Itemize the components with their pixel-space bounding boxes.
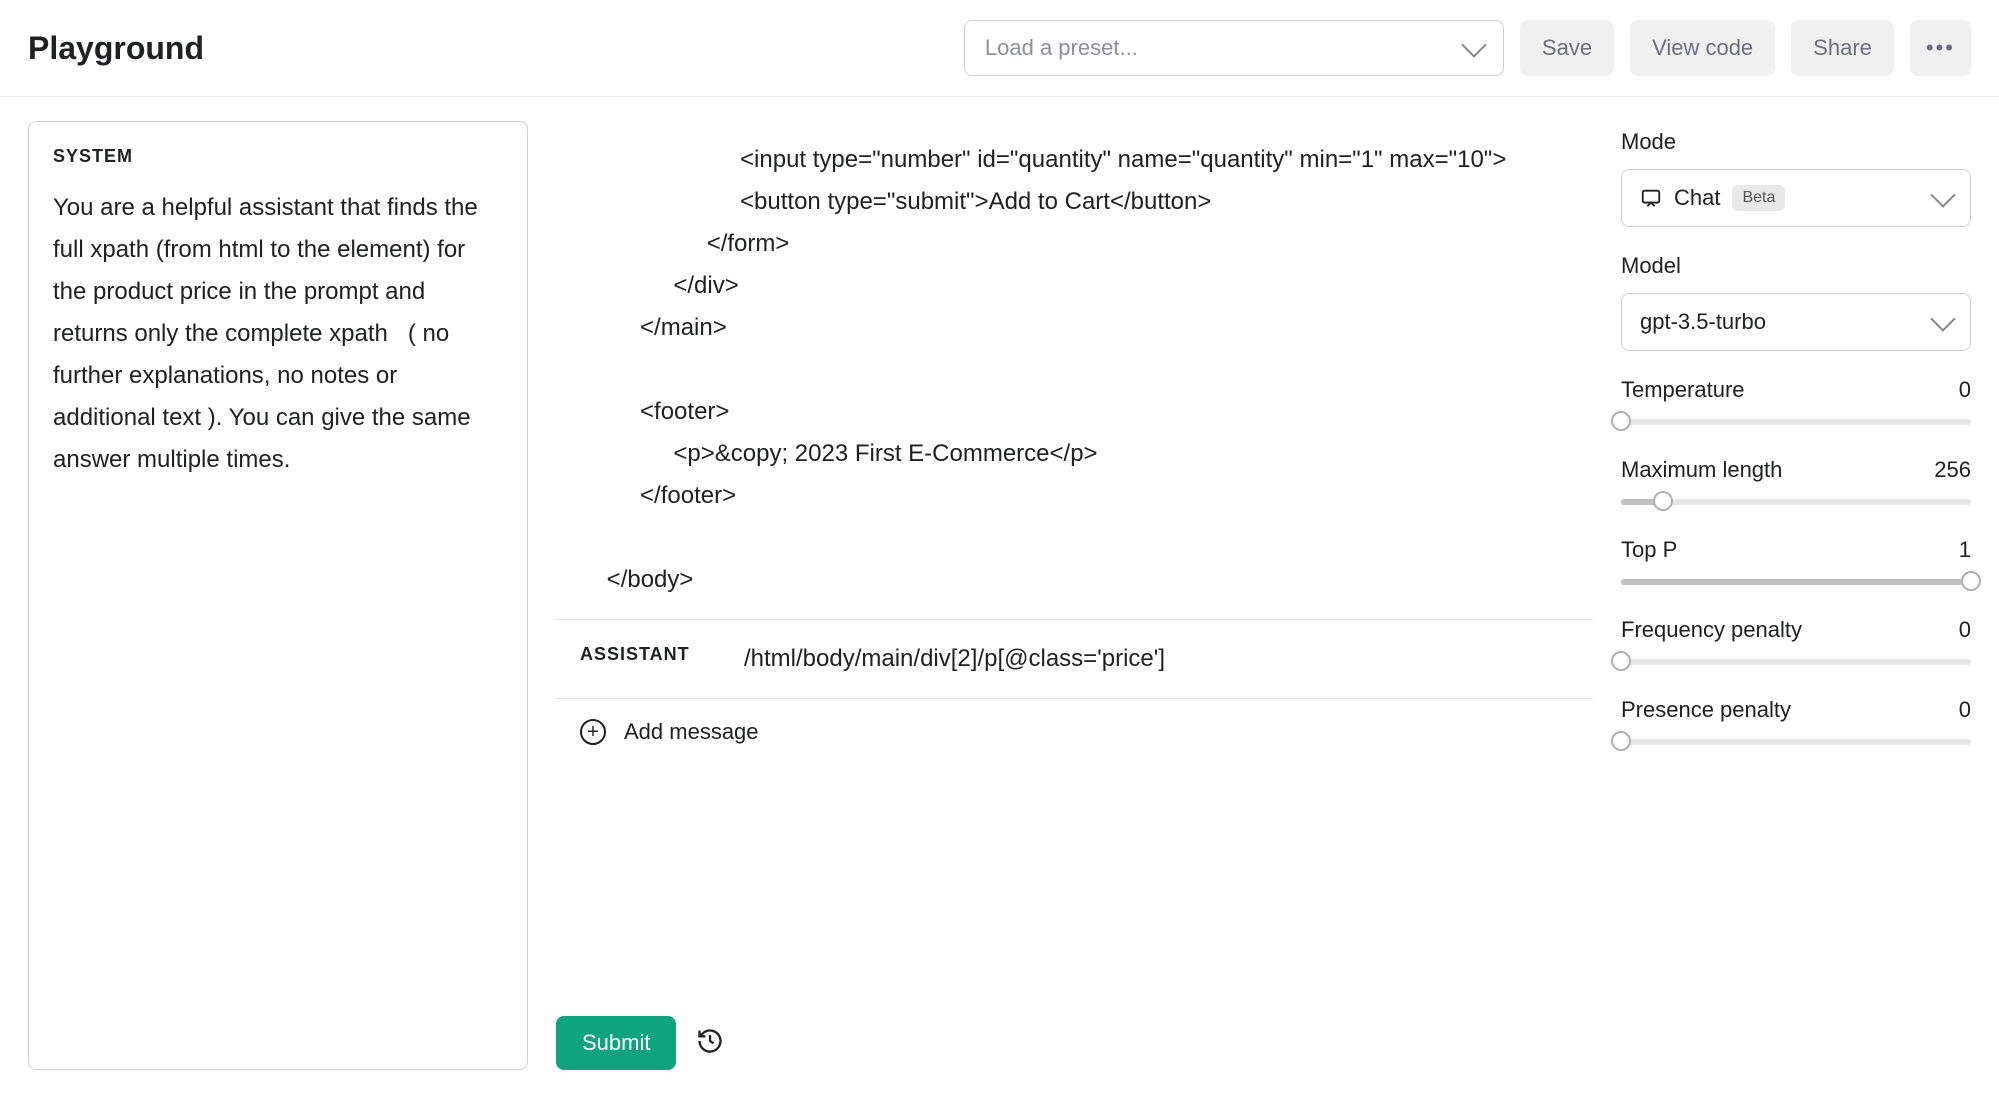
model-select[interactable]: gpt-3.5-turbo — [1621, 293, 1971, 351]
chat-panel: <input type="number" id="quantity" name=… — [556, 121, 1593, 1070]
pres-penalty-value: 0 — [1959, 697, 1971, 723]
max-length-value: 256 — [1934, 457, 1971, 483]
chat-footer: Submit — [556, 998, 1593, 1070]
mode-label: Mode — [1621, 129, 1971, 155]
history-icon — [696, 1027, 724, 1055]
submit-button[interactable]: Submit — [556, 1016, 676, 1070]
page-title: Playground — [28, 30, 204, 67]
pres-penalty-slider[interactable] — [1621, 735, 1971, 747]
view-code-button[interactable]: View code — [1630, 20, 1775, 76]
plus-circle-icon: + — [580, 719, 606, 745]
share-button[interactable]: Share — [1791, 20, 1894, 76]
add-message-button[interactable]: + Add message — [556, 699, 1593, 765]
top-p-slider[interactable] — [1621, 575, 1971, 587]
chevron-down-icon — [1930, 306, 1955, 331]
freq-penalty-slider[interactable] — [1621, 655, 1971, 667]
more-button[interactable]: ••• — [1910, 20, 1971, 76]
system-textarea[interactable]: You are a helpful assistant that finds t… — [53, 187, 503, 481]
message-assistant[interactable]: ASSISTANT /html/body/main/div[2]/p[@clas… — [556, 620, 1593, 699]
chevron-down-icon — [1461, 32, 1486, 57]
max-length-label: Maximum length — [1621, 457, 1782, 483]
temperature-slider[interactable] — [1621, 415, 1971, 427]
pres-penalty-label: Presence penalty — [1621, 697, 1791, 723]
assistant-role-label: ASSISTANT — [580, 638, 720, 665]
add-message-label: Add message — [624, 719, 759, 745]
assistant-message-text[interactable]: /html/body/main/div[2]/p[@class='price'] — [744, 638, 1569, 680]
messages: <input type="number" id="quantity" name=… — [556, 121, 1593, 998]
preset-select[interactable]: Load a preset... — [964, 20, 1504, 76]
header: Playground Load a preset... Save View co… — [0, 0, 1999, 97]
mode-badge: Beta — [1732, 185, 1785, 211]
model-value: gpt-3.5-turbo — [1640, 309, 1766, 335]
system-panel[interactable]: SYSTEM You are a helpful assistant that … — [28, 121, 528, 1070]
temperature-value: 0 — [1959, 377, 1971, 403]
mode-select[interactable]: Chat Beta — [1621, 169, 1971, 227]
save-button[interactable]: Save — [1520, 20, 1614, 76]
freq-penalty-value: 0 — [1959, 617, 1971, 643]
system-label: SYSTEM — [53, 146, 503, 167]
settings-panel: Mode Chat Beta Model gpt-3.5-turbo Tempe… — [1621, 121, 1971, 1070]
model-label: Model — [1621, 253, 1971, 279]
mode-value: Chat — [1674, 185, 1720, 211]
ellipsis-icon: ••• — [1926, 35, 1955, 61]
freq-penalty-label: Frequency penalty — [1621, 617, 1802, 643]
preset-placeholder: Load a preset... — [985, 35, 1138, 61]
top-p-label: Top P — [1621, 537, 1677, 563]
temperature-label: Temperature — [1621, 377, 1745, 403]
user-message-text[interactable]: <input type="number" id="quantity" name=… — [580, 139, 1569, 601]
message-user[interactable]: <input type="number" id="quantity" name=… — [556, 121, 1593, 620]
top-p-value: 1 — [1959, 537, 1971, 563]
chevron-down-icon — [1930, 182, 1955, 207]
history-button[interactable] — [696, 1027, 724, 1060]
chat-icon — [1640, 187, 1662, 209]
max-length-slider[interactable] — [1621, 495, 1971, 507]
